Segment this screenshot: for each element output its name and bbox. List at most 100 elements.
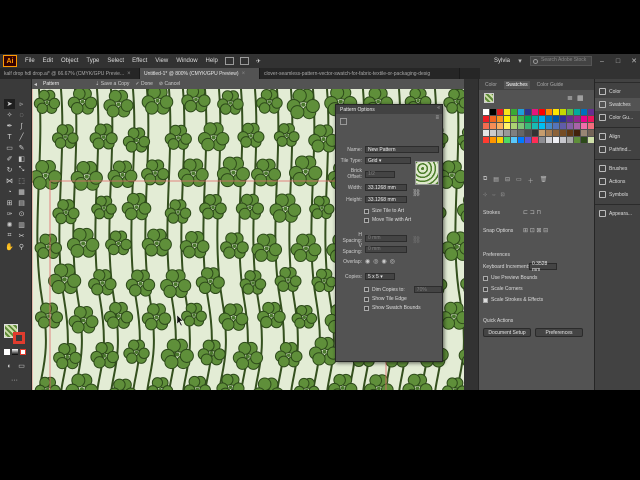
color-swatch[interactable] <box>553 109 559 115</box>
rotate-tool-icon[interactable]: ↻ <box>4 165 15 175</box>
color-swatch[interactable] <box>546 123 552 129</box>
color-swatch[interactable] <box>532 123 538 129</box>
color-swatch[interactable] <box>511 137 517 143</box>
color-swatch[interactable] <box>497 137 503 143</box>
color-swatch[interactable] <box>574 123 580 129</box>
color-swatch[interactable] <box>525 116 531 122</box>
new-group-icon[interactable]: ▭ <box>516 176 522 185</box>
color-swatch[interactable] <box>581 123 587 129</box>
blend-tool-icon[interactable]: ⊙ <box>16 209 27 219</box>
color-swatch[interactable] <box>546 109 552 115</box>
color-swatch[interactable] <box>567 116 573 122</box>
color-swatch[interactable] <box>553 130 559 136</box>
draw-mode-icon[interactable]: ◐ <box>4 361 15 371</box>
color-swatch[interactable] <box>511 130 517 136</box>
gradient-mode-icon[interactable] <box>12 349 18 355</box>
gpu-performance-icon[interactable]: ✈ <box>252 58 265 65</box>
new-swatch-icon[interactable]: ＋ <box>528 176 534 185</box>
graph-tool-icon[interactable]: ▥ <box>16 220 27 230</box>
gradient-tool-icon[interactable]: ▤ <box>16 198 27 208</box>
color-swatch[interactable] <box>560 116 566 122</box>
artboard-tool-icon[interactable]: ⌗ <box>4 231 15 241</box>
back-arrow-icon[interactable]: ◂ <box>34 81 37 88</box>
top-in-front-icon[interactable]: ◉ <box>382 258 387 265</box>
color-swatch[interactable] <box>581 137 587 143</box>
tab-document-3[interactable]: clover-seamless-pattern-vector-swatch-fo… <box>260 68 460 79</box>
library-icon[interactable]: ⧉ <box>483 176 487 185</box>
dim-copies-select[interactable]: 70% <box>413 286 442 293</box>
paintbrush-icon[interactable]: ✎ <box>16 143 27 153</box>
menu-edit[interactable]: Edit <box>39 58 57 64</box>
color-swatch[interactable] <box>574 109 580 115</box>
color-swatch[interactable] <box>483 137 489 143</box>
swatch-options-icon[interactable]: ⊟ <box>505 176 510 185</box>
left-in-front-icon[interactable]: ◉ <box>365 258 370 265</box>
color-swatch[interactable] <box>574 137 580 143</box>
color-swatch[interactable] <box>483 109 489 115</box>
color-swatch[interactable] <box>532 137 538 143</box>
color-swatch[interactable] <box>567 109 573 115</box>
color-swatch[interactable] <box>525 137 531 143</box>
color-swatch[interactable] <box>525 130 531 136</box>
color-mode-icon[interactable] <box>4 349 10 355</box>
menu-object[interactable]: Object <box>57 58 82 64</box>
dock-brushes[interactable]: Brushes <box>595 162 640 175</box>
color-swatch[interactable] <box>560 123 566 129</box>
workspace-switcher[interactable]: Sylvia <box>494 58 510 64</box>
color-swatch[interactable] <box>532 116 538 122</box>
line-tool-icon[interactable]: ╱ <box>16 132 27 142</box>
menu-view[interactable]: View <box>151 58 172 64</box>
color-swatch[interactable] <box>553 137 559 143</box>
show-swatch-bounds-checkbox[interactable] <box>364 305 369 311</box>
pattern-name-input[interactable]: New Pattern <box>365 146 439 153</box>
color-swatch[interactable] <box>560 130 566 136</box>
screen-mode-icon[interactable]: ▭ <box>16 361 27 371</box>
dock-color-guide[interactable]: Color Gu... <box>595 111 640 124</box>
scale-strokes-checkbox[interactable] <box>483 297 488 303</box>
color-swatch[interactable] <box>518 130 524 136</box>
keyboard-increment-input[interactable]: 0.3528 mm <box>529 261 557 273</box>
magic-wand-icon[interactable]: ✧ <box>4 110 15 120</box>
preferences-button[interactable]: Preferences <box>535 328 583 337</box>
none-mode-icon[interactable] <box>20 349 26 355</box>
color-swatch[interactable] <box>560 109 566 115</box>
color-swatch[interactable] <box>525 123 531 129</box>
scale-corners-checkbox[interactable] <box>483 286 488 292</box>
dock-actions[interactable]: Actions <box>595 175 640 188</box>
color-swatch[interactable] <box>581 109 587 115</box>
color-swatch[interactable] <box>518 137 524 143</box>
bridge-icon[interactable] <box>224 57 234 65</box>
shape-builder-icon[interactable]: ◔ <box>4 187 15 197</box>
color-swatch[interactable] <box>483 130 489 136</box>
zoom-tool-icon[interactable]: ⚲ <box>16 242 27 252</box>
dock-swatches[interactable]: Swatches <box>595 98 640 111</box>
width-tool-icon[interactable]: ⋈ <box>4 176 15 186</box>
done-button[interactable]: ✓ Done <box>135 81 153 87</box>
menu-select[interactable]: Select <box>103 58 128 64</box>
close-icon[interactable]: × <box>242 71 246 77</box>
symbol-sprayer-icon[interactable]: ✺ <box>4 220 15 230</box>
direct-selection-tool-icon[interactable]: ▹ <box>16 99 27 109</box>
tile-type-select[interactable]: Grid ▾ <box>365 157 411 164</box>
link-icon[interactable]: ⛓ <box>412 189 421 197</box>
color-swatch[interactable] <box>504 109 510 115</box>
color-swatch[interactable] <box>546 137 552 143</box>
color-swatch[interactable] <box>490 116 496 122</box>
color-swatch[interactable] <box>539 123 545 129</box>
color-swatch[interactable] <box>504 123 510 129</box>
arrange-documents-icon[interactable] <box>239 57 249 65</box>
menu-window[interactable]: Window <box>172 58 201 64</box>
eyedropper-icon[interactable]: ✑ <box>4 209 15 219</box>
color-swatch[interactable] <box>504 137 510 143</box>
color-swatch[interactable] <box>581 130 587 136</box>
color-swatch[interactable] <box>532 130 538 136</box>
size-tile-checkbox[interactable] <box>364 208 369 214</box>
color-swatch[interactable] <box>546 116 552 122</box>
hand-tool-icon[interactable]: ✋ <box>4 242 15 252</box>
pattern-tile-tool-icon[interactable] <box>340 118 347 125</box>
color-swatch[interactable] <box>525 109 531 115</box>
color-swatch[interactable] <box>539 137 545 143</box>
color-swatch[interactable] <box>504 130 510 136</box>
color-swatch[interactable] <box>497 116 503 122</box>
menu-type[interactable]: Type <box>82 58 103 64</box>
